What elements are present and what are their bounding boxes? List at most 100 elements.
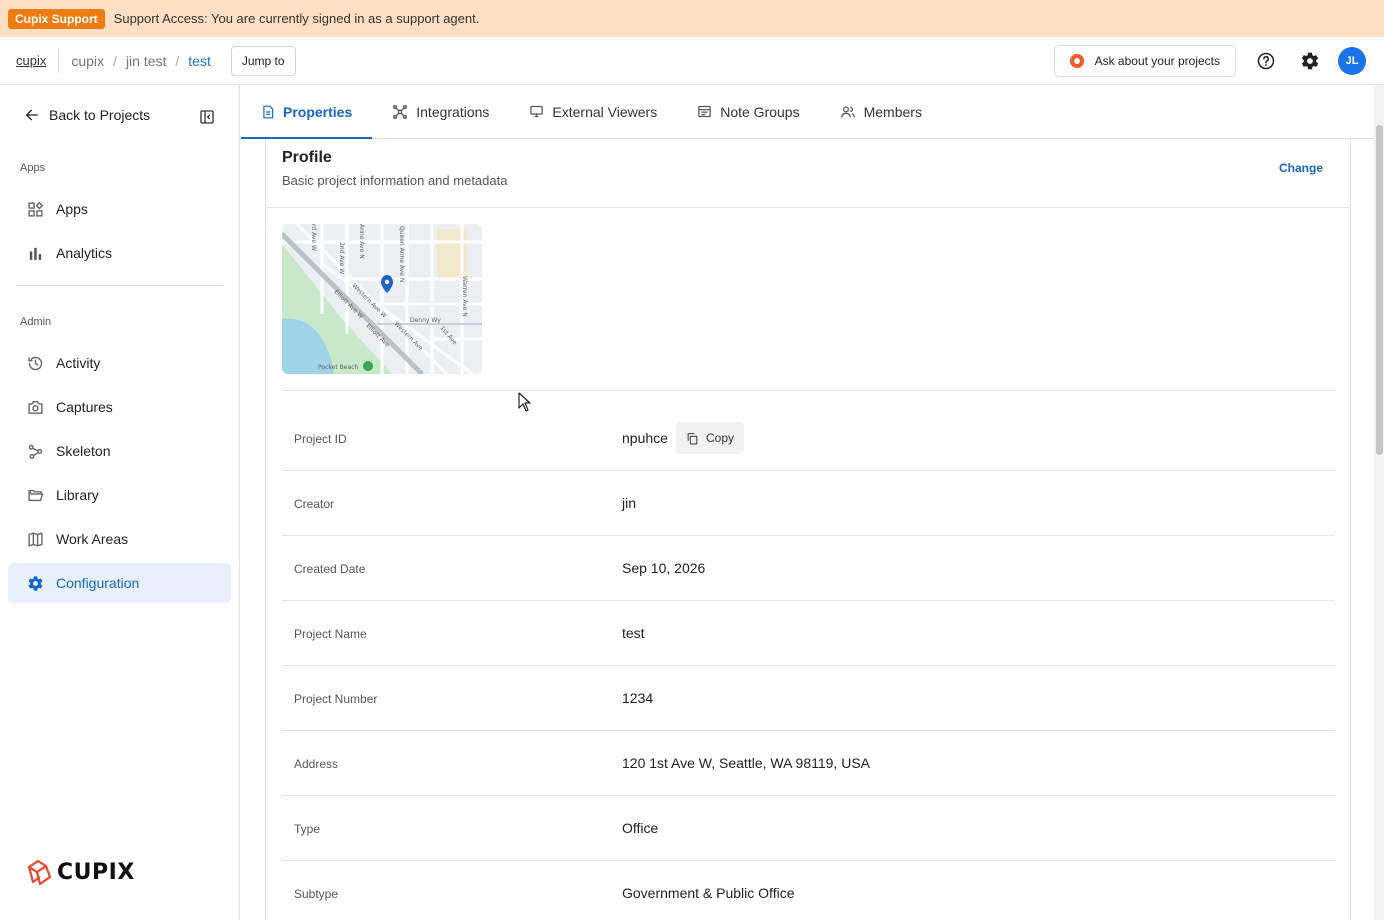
help-button[interactable] [1250,45,1282,77]
history-icon [28,356,43,370]
field-label: Subtype [294,887,339,901]
apps-icon [28,201,44,217]
sidebar-item-analytics[interactable]: Analytics [8,233,231,273]
map-divider [282,390,1335,391]
support-badge: Cupix Support [8,8,105,29]
field-label: Project Name [294,627,367,641]
arrow-left-icon [26,109,38,121]
breadcrumb-separator: / [113,52,117,69]
cupix-logo-text: CUPIX [57,859,135,885]
breadcrumb-separator: / [175,52,180,69]
map-label: Queen Anne Ave N [398,226,405,282]
home-link[interactable]: cupix [16,48,60,73]
breadcrumb-org[interactable]: cupix [71,53,104,69]
config-tabs: Properties Integrations External Viewers… [241,85,1374,139]
collapse-sidebar-icon[interactable] [199,109,215,125]
cupix-logo: CUPIX [26,858,135,886]
main-content: Profile Basic project information and me… [241,139,1374,920]
project-location-map[interactable]: 2nd Ave W Queen Anne Ave N Warren Ave N … [282,224,482,374]
sidebar-item-configuration[interactable]: Configuration [8,563,231,603]
field-value: test [622,625,645,641]
sidebar-item-library[interactable]: Library [8,475,231,515]
field-value: 120 1st Ave W, Seattle, WA 98119, USA [622,755,870,771]
copy-label: Copy [706,431,735,445]
jump-to-button[interactable]: Jump to [230,45,296,76]
copy-icon [687,432,698,444]
main-scrollbar[interactable] [1374,85,1384,920]
field-row-type: Type Office [282,796,1335,861]
monitor-icon [530,105,544,118]
map-label: Pocket Beach [318,364,358,371]
field-row-address: Address 120 1st Ave W, Seattle, WA 98119… [282,731,1335,796]
sidebar-divider [16,285,223,286]
tab-integrations[interactable]: Integrations [372,85,509,138]
ask-ai-label: Ask about your projects [1094,54,1220,68]
breadcrumb-folder[interactable]: jin test [126,53,166,69]
field-row-project-id: Project ID npuhce Copy [282,406,1335,471]
people-icon [840,105,855,117]
field-value: 1234 [622,690,654,706]
tab-note-groups[interactable]: Note Groups [677,85,819,138]
sidebar-item-captures[interactable]: Captures [8,387,231,427]
profile-subtitle: Basic project information and metadata [282,173,508,188]
field-label: Created Date [294,562,366,576]
field-value: Sep 10, 2026 [622,560,706,576]
field-value: Office [622,820,659,836]
map-image: 2nd Ave W Queen Anne Ave N Warren Ave N … [282,224,482,374]
sidebar-item-skeleton[interactable]: Skeleton [8,431,231,471]
cupix-logo-mark [27,859,52,886]
tab-label: Note Groups [720,103,800,120]
gear-icon [28,575,43,591]
copy-project-id-button[interactable]: Copy [676,422,745,454]
tab-properties[interactable]: Properties [241,85,373,139]
tab-label: Members [863,103,922,120]
top-header: cupix cupix / jin test / test Jump to As… [0,37,1384,85]
support-banner-text: Support Access: You are currently signed… [113,11,480,26]
support-banner: Cupix Support Support Access: You are cu… [0,0,1384,37]
field-label: Address [294,757,339,771]
sidebar-item-label: Skeleton [56,443,111,459]
field-row-subtype: Subtype Government & Public Office [282,861,1335,920]
sidebar-item-label: Library [56,487,99,503]
tab-label: External Viewers [552,103,658,120]
ask-ai-button[interactable]: Ask about your projects [1053,45,1236,77]
ai-assistant-icon [1069,54,1084,68]
user-avatar[interactable]: JL [1338,47,1366,75]
breadcrumb-project[interactable]: test [188,53,211,69]
mouse-cursor-icon [518,392,531,412]
sidebar-item-label: Work Areas [56,531,129,547]
field-row-project-number: Project Number 1234 [282,666,1335,731]
network-icon [393,104,408,119]
sidebar-item-activity[interactable]: Activity [8,343,231,383]
sidebar: Back to Projects Apps Apps Analytics Adm… [0,85,240,920]
field-row-creator: Creator jin [282,471,1335,536]
field-label: Project ID [294,432,347,446]
tab-members[interactable]: Members [820,85,942,138]
scrollbar-thumb[interactable] [1376,125,1383,455]
note-icon [698,105,711,118]
profile-card: Profile Basic project information and me… [265,139,1351,920]
field-row-created-date: Created Date Sep 10, 2026 [282,536,1335,601]
change-button[interactable]: Change [1279,161,1323,175]
tab-external-viewers[interactable]: External Viewers [509,85,677,138]
camera-icon [28,400,43,414]
back-to-projects-link[interactable]: Back to Projects [24,107,150,123]
field-label: Type [294,822,321,836]
project-id-value: npuhce [622,430,668,446]
sidebar-item-apps[interactable]: Apps [8,189,231,229]
sidebar-item-label: Analytics [56,245,113,261]
gear-icon [1301,52,1319,70]
map-label: rd Ave W [310,224,317,251]
admin-section-label: Admin [20,316,52,328]
field-label: Creator [294,497,335,511]
field-label: Project Number [294,692,378,706]
sidebar-item-label: Captures [56,399,113,415]
map-label: Anne Ave N [358,224,365,259]
sidebar-item-label: Apps [56,201,88,217]
map-label: Warren Ave N [461,276,468,317]
sidebar-item-label: Configuration [56,575,140,591]
folder-icon [28,489,44,501]
bar-chart-icon [29,247,42,260]
sidebar-item-work-areas[interactable]: Work Areas [8,519,231,559]
settings-button[interactable] [1294,45,1326,77]
